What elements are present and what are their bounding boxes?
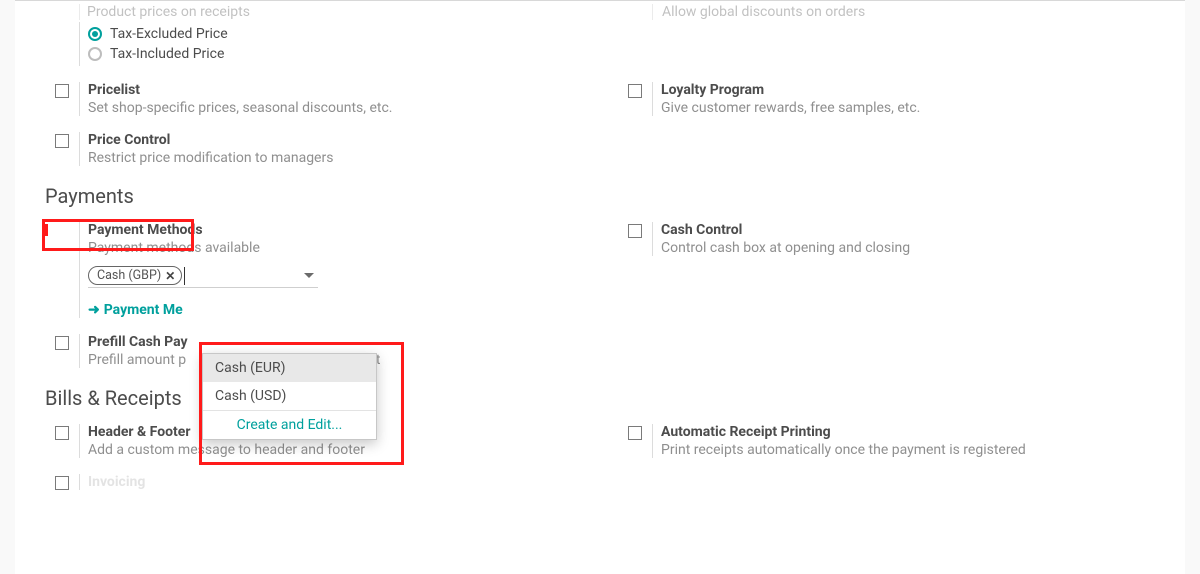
auto-print-checkbox[interactable]	[628, 426, 642, 440]
price-control-label: Price Control	[88, 132, 1165, 148]
cash-control-checkbox[interactable]	[628, 224, 642, 238]
loyalty-label: Loyalty Program	[661, 82, 1165, 98]
annotation-marker-icon	[42, 224, 48, 236]
text-cursor	[184, 267, 185, 285]
header-footer-desc: Add a custom message to header and foote…	[88, 442, 580, 458]
radio-label: Tax-Included Price	[110, 46, 224, 62]
payment-methods-desc: Payment methods available	[88, 240, 580, 256]
prefill-cash-checkbox[interactable]	[55, 336, 69, 350]
link-label: Payment Me	[104, 302, 183, 318]
tax-excluded-radio-row[interactable]: Tax-Excluded Price	[88, 26, 580, 42]
price-control-checkbox[interactable]	[55, 134, 69, 148]
desc-left: Prefill amount p	[88, 352, 186, 368]
cash-control-desc: Control cash box at opening and closing	[661, 240, 1165, 256]
invoicing-label: Invoicing	[88, 474, 1165, 490]
global-discounts-desc-truncated: Allow global discounts on orders	[600, 4, 1185, 20]
tax-included-radio-row[interactable]: Tax-Included Price	[88, 46, 580, 62]
dropdown-create-and-edit[interactable]: Create and Edit...	[203, 410, 376, 439]
tag-label: Cash (GBP)	[97, 268, 161, 283]
auto-print-label: Automatic Receipt Printing	[661, 424, 1165, 440]
radio-icon[interactable]	[88, 47, 102, 61]
section-payments-heading: Payments	[45, 184, 1185, 208]
price-control-desc: Restrict price modification to managers	[88, 150, 1165, 166]
invoicing-checkbox[interactable]	[55, 476, 69, 490]
cash-control-label: Cash Control	[661, 222, 1165, 238]
item-label: Cash (EUR)	[215, 360, 285, 376]
radio-label: Tax-Excluded Price	[110, 26, 228, 42]
item-label: Cash (USD)	[215, 388, 286, 404]
payment-method-tag[interactable]: Cash (GBP) ✕	[88, 266, 182, 285]
dropdown-item-cash-usd[interactable]: Cash (USD)	[203, 382, 376, 410]
desc-text: Allow global discounts on orders	[662, 4, 865, 20]
chevron-down-icon[interactable]	[304, 273, 314, 278]
radio-selected-icon[interactable]	[88, 27, 102, 41]
prefill-cash-label: Prefill Cash Pay	[88, 334, 1165, 350]
label-text: Product prices on receipts	[87, 4, 250, 20]
payment-methods-link[interactable]: ➜ Payment Me	[88, 302, 580, 318]
pricelist-checkbox[interactable]	[55, 84, 69, 98]
item-label: Create and Edit...	[237, 417, 343, 433]
loyalty-checkbox[interactable]	[628, 84, 642, 98]
payment-methods-field[interactable]: Cash (GBP) ✕	[88, 266, 318, 288]
pricelist-label: Pricelist	[88, 82, 580, 98]
payment-methods-label: Payment Methods	[88, 222, 580, 238]
loyalty-desc: Give customer rewards, free samples, etc…	[661, 100, 1165, 116]
auto-print-desc: Print receipts automatically once the pa…	[661, 442, 1165, 458]
close-icon[interactable]: ✕	[165, 269, 175, 283]
product-prices-title-truncated: Product prices on receipts	[15, 4, 600, 20]
arrow-right-icon: ➜	[88, 302, 100, 318]
payment-methods-dropdown: Cash (EUR) Cash (USD) Create and Edit...	[202, 353, 377, 440]
dropdown-item-cash-eur[interactable]: Cash (EUR)	[203, 354, 376, 382]
pricelist-desc: Set shop-specific prices, seasonal disco…	[88, 100, 580, 116]
header-footer-checkbox[interactable]	[55, 426, 69, 440]
